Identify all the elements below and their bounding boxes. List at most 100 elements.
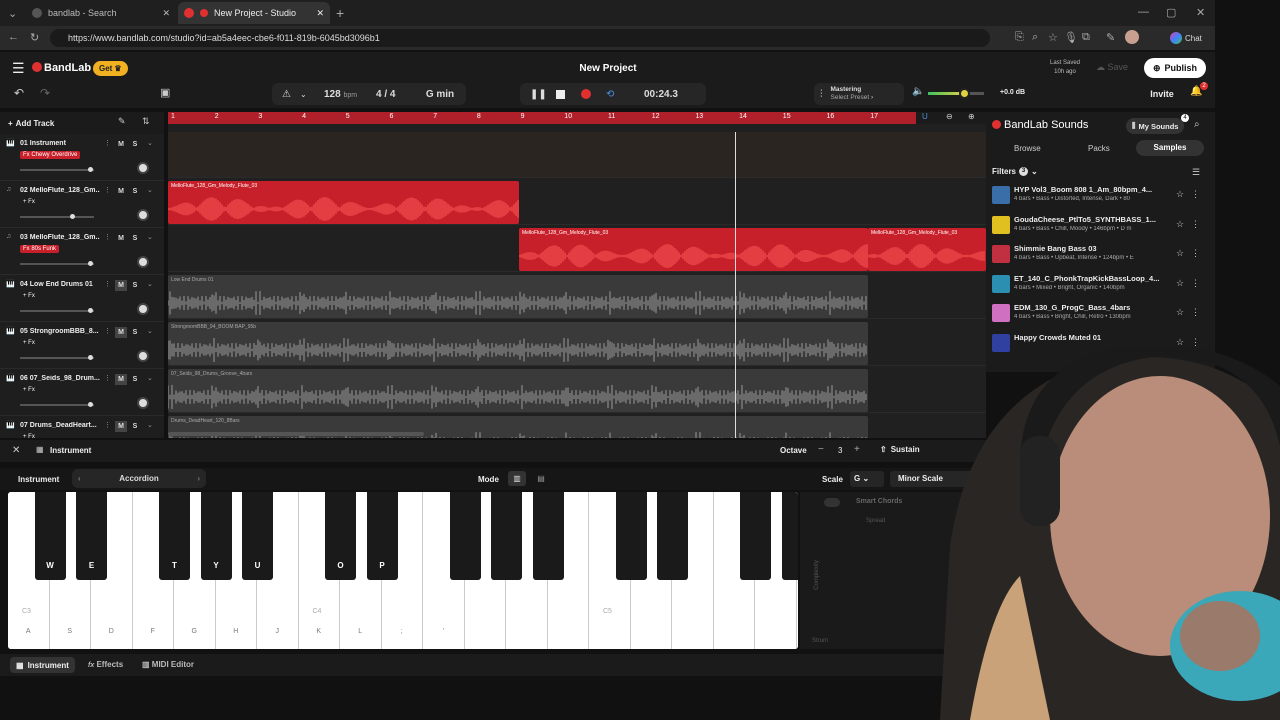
pad-mode-icon[interactable]: ▤ [532, 471, 550, 486]
pan-knob[interactable] [137, 162, 149, 174]
more-icon[interactable]: ⋮ [104, 327, 111, 335]
menu-icon[interactable]: ☰ [12, 60, 25, 77]
fx-button[interactable]: Fx Chewy Overdrive [20, 151, 81, 159]
black-key[interactable]: W [34, 492, 66, 580]
favorites-icon[interactable]: ✎ [1106, 31, 1115, 44]
solo-button[interactable]: S [129, 186, 141, 197]
track-name[interactable]: 04 Low End Drums 01 [20, 281, 100, 288]
solo-button[interactable]: S [129, 374, 141, 385]
star-icon[interactable]: ☆ [1176, 278, 1184, 289]
tab-search[interactable]: bandlab - Search ✕ [26, 2, 176, 24]
chevron-right-icon[interactable]: › [197, 474, 200, 483]
sample-artwork[interactable] [992, 304, 1010, 322]
extensions-icon[interactable]: ⧉ [1082, 31, 1090, 44]
mute-button[interactable]: M [115, 280, 127, 291]
invite-button[interactable]: Invite [1142, 83, 1182, 105]
star-icon[interactable]: ☆ [1176, 307, 1184, 318]
track-row[interactable]: 🎹 01 Instrument Fx Chewy Overdrive ⋮ M S ⌄ [0, 134, 164, 181]
track-name[interactable]: 06 07_Seids_98_Drum... [20, 375, 100, 382]
more-icon[interactable]: ⋮ [1191, 248, 1200, 259]
track-row[interactable]: 🎹 06 07_Seids_98_Drum... + Fx ⋮ M S ⌄ [0, 369, 164, 416]
lane-flute-2[interactable]: MelloFlute_128_Gm_Melody_Flute_03 MelloF… [168, 226, 986, 272]
solo-button[interactable]: S [129, 139, 141, 150]
chevron-down-icon[interactable]: ⌄ [147, 280, 153, 288]
audio-clip[interactable]: StrongroomBBB_94_BOOM BAP_95b [168, 322, 868, 365]
tab-browse[interactable]: Browse [1014, 144, 1041, 153]
close-icon[interactable]: ✕ [162, 8, 170, 19]
mute-button[interactable]: M [115, 139, 127, 150]
fx-button[interactable]: Fx 80s Funk [20, 245, 60, 253]
sample-row[interactable]: ET_140_C_PhonkTrapKickBassLoop_4... 4 bar… [986, 271, 1215, 300]
search-icon[interactable]: ⌕ [1194, 119, 1200, 130]
redo-icon[interactable]: ↷ [40, 86, 50, 100]
tab-effects[interactable]: fx Effects [88, 660, 123, 669]
mastering-button[interactable]: ⫶ Mastering Select Preset › [814, 83, 904, 105]
tempo-field[interactable]: 128 bpm [324, 89, 357, 100]
track-name[interactable]: 01 Instrument [20, 140, 100, 147]
black-key[interactable] [740, 492, 771, 580]
fx-button[interactable]: + Fx [20, 339, 38, 347]
solo-button[interactable]: S [129, 327, 141, 338]
track-row[interactable]: ♫ 03 MelloFlute_128_Gm... Fx 80s Funk ⋮ M S ⌄ [0, 228, 164, 275]
more-icon[interactable]: ⋮ [104, 233, 111, 241]
more-icon[interactable]: ⋮ [104, 186, 111, 194]
track-volume-slider[interactable] [20, 214, 94, 219]
app-logo[interactable]: BandLab [44, 62, 91, 74]
sample-row[interactable]: GoudaCheese_PtlTo5_SYNTHBASS_1... 4 bars … [986, 212, 1215, 241]
zoom-out-icon[interactable]: ⊖ [946, 112, 953, 121]
more-icon[interactable]: ⋮ [104, 374, 111, 382]
pan-knob[interactable] [137, 350, 149, 362]
pan-knob[interactable] [137, 303, 149, 315]
mute-button[interactable]: M [115, 327, 127, 338]
sort-icon[interactable]: ☰ [1192, 167, 1200, 178]
time-signature[interactable]: 4 / 4 [376, 89, 395, 100]
solo-button[interactable]: S [129, 233, 141, 244]
black-key[interactable] [781, 492, 798, 580]
pan-knob[interactable] [137, 209, 149, 221]
chevron-down-icon[interactable]: ⌄ [147, 233, 153, 241]
pan-knob[interactable] [137, 256, 149, 268]
track-row[interactable]: ♫ 02 MelloFlute_128_Gm... + Fx ⋮ M S ⌄ [0, 181, 164, 228]
bookmark-icon[interactable]: ☆ [1048, 31, 1058, 44]
lane-instrument[interactable] [168, 132, 986, 178]
minimize-icon[interactable]: — [1138, 6, 1149, 18]
fx-button[interactable]: + Fx [20, 386, 38, 394]
black-key[interactable]: O [325, 492, 356, 580]
audio-clip[interactable]: MelloFlute_128_Gm_Melody_Flute_03 [868, 228, 986, 271]
black-key[interactable] [615, 492, 647, 580]
sort-icon[interactable]: ⇅ [142, 116, 150, 127]
tab-midi-editor[interactable]: ▥ MIDI Editor [142, 660, 194, 669]
horizontal-scrollbar[interactable] [168, 432, 424, 436]
mute-button[interactable]: M [115, 186, 127, 197]
volume-knob[interactable] [87, 355, 93, 360]
track-volume-slider[interactable] [20, 402, 94, 407]
black-key[interactable] [532, 492, 564, 580]
reload-icon[interactable]: ↻ [30, 31, 39, 44]
black-key[interactable] [657, 492, 688, 580]
chevron-down-icon[interactable]: ⌄ [147, 421, 153, 429]
maximize-icon[interactable]: ▢ [1166, 6, 1176, 19]
more-icon[interactable]: ⋮ [1191, 219, 1200, 230]
solo-button[interactable]: S [129, 280, 141, 291]
track-name[interactable]: 03 MelloFlute_128_Gm... [20, 234, 100, 241]
black-key[interactable]: P [366, 492, 398, 580]
master-volume-slider[interactable] [928, 88, 984, 99]
fx-button[interactable]: + Fx [20, 292, 38, 300]
stop-icon[interactable] [556, 89, 565, 99]
back-icon[interactable]: ← [8, 31, 19, 43]
more-icon[interactable]: ⋮ [104, 280, 111, 288]
track-volume-slider[interactable] [20, 167, 94, 172]
mute-button[interactable]: M [115, 374, 127, 385]
install-icon[interactable]: ⎘ [1015, 31, 1024, 44]
black-key[interactable]: T [159, 492, 190, 580]
audio-clip[interactable]: MelloFlute_128_Gm_Melody_Flute_03 [519, 228, 868, 271]
timeline-ruler[interactable]: 1 2 3 4 5 6 7 8 9 10 11 12 13 14 15 16 17 [168, 112, 916, 124]
star-icon[interactable]: ☆ [1176, 248, 1184, 259]
project-title[interactable]: New Project [540, 63, 676, 74]
track-volume-slider[interactable] [20, 355, 94, 360]
lane-drums-1[interactable]: Low End Drums 01 [168, 273, 986, 319]
save-button[interactable]: ☁ Save [1096, 62, 1128, 73]
black-key[interactable] [491, 492, 522, 580]
volume-knob[interactable] [70, 214, 76, 219]
track-row[interactable]: 🎹 04 Low End Drums 01 + Fx ⋮ M S ⌄ [0, 275, 164, 322]
